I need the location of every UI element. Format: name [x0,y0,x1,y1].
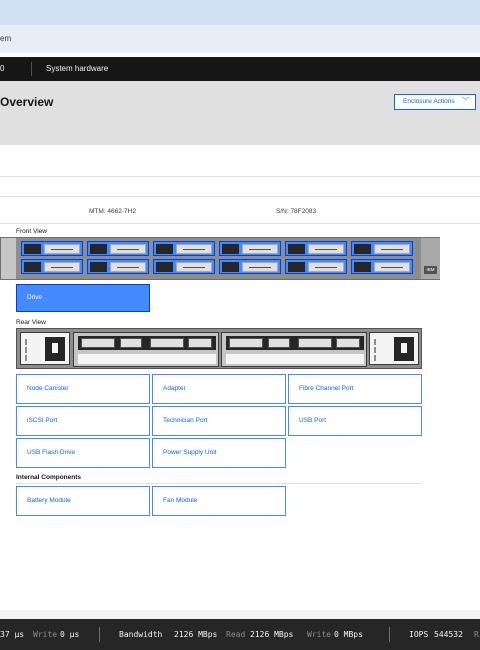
bandwidth-value: 2126 MBps [174,630,218,639]
drive-bay[interactable] [87,241,149,256]
tile-fibre-channel-port[interactable]: Fibre Channel Port [288,374,422,404]
rear-enclosure-graphic [16,328,422,369]
write-bandwidth-label: Write [307,630,332,639]
drive-bay[interactable] [351,241,413,256]
right-ear: IBM [421,238,440,279]
tile-technician-port[interactable]: Technician Port [152,406,286,436]
top-strip [0,0,480,25]
tile-adapter[interactable]: Adapter [152,374,286,404]
drive-bay[interactable] [21,259,83,274]
read-value: 2126 MBps [250,630,294,639]
breadcrumb: em [0,25,480,53]
rear-view-label: Rear View [16,319,46,326]
enclosure-actions-label: Enclosure Actions [403,98,455,105]
write-latency-label: Write [33,630,58,639]
machine-type-model: MTM: 4662-7H2 [89,208,136,215]
nav-page-title: System hardware [46,64,109,73]
nav-separator [31,62,32,76]
drive-bay[interactable] [219,241,281,256]
write-bandwidth-value: 0 MBps [334,630,363,639]
tile-usb-port[interactable]: USB Port [288,406,422,436]
drive-button[interactable]: Drive [16,284,150,312]
truncated-label: R [474,630,479,639]
nav-truncated-item[interactable]: 0 [0,57,4,81]
drive-bay[interactable] [153,241,215,256]
divider [0,223,480,224]
ibm-logo: IBM [424,266,437,274]
node-canister-graphic[interactable] [73,332,219,367]
power-supply-graphic[interactable] [20,332,70,365]
write-latency-value: 0 µs [60,630,80,639]
iops-label: IOPS [409,630,429,639]
enclosure-actions-button[interactable]: Enclosure Actions ﹀ [394,94,476,110]
left-ear [1,238,16,279]
read-label: Read [226,630,246,639]
page-header: Overview [0,81,480,145]
tile-fan-module[interactable]: Fan Module [152,486,286,516]
drive-bay[interactable] [219,259,281,274]
internal-components-label: Internal Components [16,474,82,481]
iops-value: 544532 [434,630,463,639]
chevron-down-icon: ﹀ [462,98,469,105]
breadcrumb-text[interactable]: em [0,34,11,43]
drive-bay[interactable] [21,241,83,256]
bandwidth-label: Bandwidth [119,630,163,639]
top-nav: 0 System hardware [0,57,480,81]
power-supply-graphic[interactable] [369,332,419,365]
front-enclosure-graphic: IBM [0,237,440,280]
tile-battery-module[interactable]: Battery Module [16,486,150,516]
tile-usb-flash-drive[interactable]: USB Flash Drive [16,438,150,468]
divider [16,483,422,484]
node-canister-graphic[interactable] [221,332,367,367]
performance-status-bar: 37 µs Write 0 µs Bandwidth 2126 MBps Rea… [0,619,480,650]
tile-power-supply-unit[interactable]: Power Supply Unit [152,438,286,468]
drive-bay[interactable] [153,259,215,274]
front-view-label: Front View [16,228,47,235]
drive-bay[interactable] [351,259,413,274]
drive-bay[interactable] [285,241,347,256]
latency-value: 37 µs [0,630,25,639]
page-title: Overview [0,95,54,109]
separator [99,627,100,642]
tile-iscsi-port[interactable]: iSCSI Port [16,406,150,436]
tile-node-canister[interactable]: Node Canister [16,374,150,404]
separator [389,627,390,642]
drive-bay[interactable] [87,259,149,274]
drive-bay[interactable] [285,259,347,274]
divider [0,196,480,197]
divider [0,176,480,177]
serial-number: S/N: 78F2083 [276,208,317,215]
